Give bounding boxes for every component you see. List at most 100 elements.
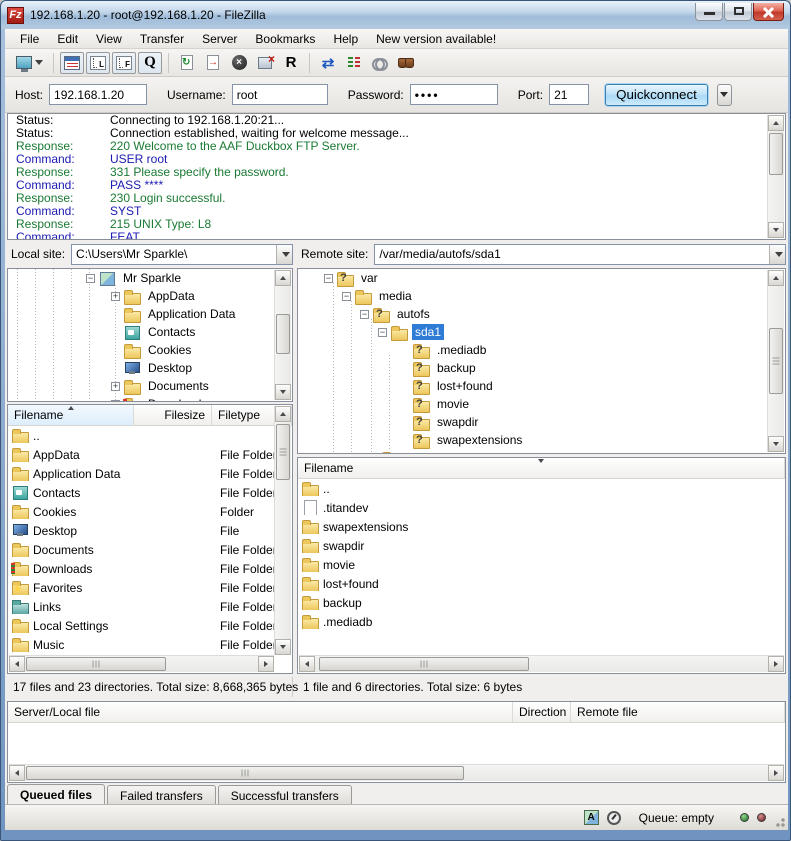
tree-item-lost-found[interactable]: ? lost+found xyxy=(298,377,785,395)
menu-bookmarks[interactable]: Bookmarks xyxy=(246,30,324,48)
process-queue-button[interactable]: → xyxy=(201,52,225,74)
tab-successful-transfers[interactable]: Successful transfers xyxy=(218,785,352,805)
disconnect-button[interactable]: × xyxy=(253,52,277,74)
file-row[interactable]: lost+found xyxy=(298,574,785,593)
column-header-server-local-file[interactable]: Server/Local file xyxy=(8,702,513,722)
local-directory-tree[interactable]: − Mr Sparkle + AppData Application Data … xyxy=(7,268,293,402)
file-row[interactable]: swapextensions xyxy=(298,517,785,536)
queue-horizontal-scrollbar[interactable] xyxy=(9,764,784,781)
tree-item-swapextensions[interactable]: ? swapextensions xyxy=(298,431,785,449)
file-row[interactable]: Documents File Folder xyxy=(8,540,292,559)
toggle-local-tree-button[interactable]: L xyxy=(86,52,110,74)
combo-dropdown-button[interactable] xyxy=(276,245,292,264)
port-input[interactable] xyxy=(549,84,589,105)
file-row[interactable]: .titandev xyxy=(298,498,785,517)
cancel-operation-button[interactable]: × xyxy=(227,52,251,74)
scroll-up-button[interactable] xyxy=(768,115,784,131)
menu-file[interactable]: File xyxy=(11,30,48,48)
remote-site-combo[interactable]: /var/media/autofs/sda1 xyxy=(374,244,786,265)
tree-item-cookies[interactable]: Cookies xyxy=(8,341,292,359)
column-header-direction[interactable]: Direction xyxy=(513,702,571,722)
scroll-down-button[interactable] xyxy=(275,384,291,400)
minimize-button[interactable] xyxy=(695,3,723,21)
tree-item-application-data[interactable]: Application Data xyxy=(8,305,292,323)
host-input[interactable] xyxy=(49,84,147,105)
tree-item-autofs[interactable]: − ? autofs xyxy=(298,305,785,323)
tree-item-sda1[interactable]: − sda1 xyxy=(298,323,785,341)
quickconnect-button[interactable]: Quickconnect xyxy=(605,84,708,106)
file-row[interactable]: .. xyxy=(8,426,292,445)
synchronized-browsing-button[interactable] xyxy=(342,52,366,74)
collapse-toggle-icon[interactable]: − xyxy=(86,274,95,283)
scroll-down-button[interactable] xyxy=(275,639,291,655)
tree-item-dvd[interactable]: ? dvd xyxy=(298,449,785,454)
tree-item-documents[interactable]: + Documents xyxy=(8,377,292,395)
quickconnect-dropdown-button[interactable] xyxy=(717,84,732,106)
scroll-up-button[interactable] xyxy=(275,270,291,286)
menu-server[interactable]: Server xyxy=(193,30,246,48)
scrollbar-thumb[interactable] xyxy=(276,314,290,354)
scroll-right-button[interactable] xyxy=(768,765,784,781)
scroll-left-button[interactable] xyxy=(9,656,25,672)
transfer-type-icon[interactable]: A xyxy=(584,810,599,825)
file-row[interactable]: .. xyxy=(298,479,785,498)
remote-directory-tree[interactable]: − ? var − media − ? autofs − sda1 ? xyxy=(297,268,786,454)
menu-view[interactable]: View xyxy=(87,30,131,48)
local-site-combo[interactable]: C:\Users\Mr Sparkle\ xyxy=(71,244,293,265)
tree-item-movie[interactable]: ? movie xyxy=(298,395,785,413)
tree-item-contacts[interactable]: Contacts xyxy=(8,323,292,341)
file-row[interactable]: Local Settings File Folder xyxy=(8,616,292,635)
tree-item-desktop[interactable]: Desktop xyxy=(8,359,292,377)
tab-failed-transfers[interactable]: Failed transfers xyxy=(107,785,216,805)
close-button[interactable] xyxy=(753,3,784,21)
scroll-up-button[interactable] xyxy=(768,270,784,286)
column-header-filename[interactable]: Filename xyxy=(298,458,785,478)
remote-file-list[interactable]: Filename .. .titandev swapextensions swa… xyxy=(297,457,786,674)
menu-edit[interactable]: Edit xyxy=(48,30,87,48)
expand-toggle-icon[interactable]: + xyxy=(111,292,120,301)
find-files-button[interactable] xyxy=(394,52,418,74)
resize-grip[interactable] xyxy=(773,815,785,827)
toggle-message-log-button[interactable] xyxy=(60,52,84,74)
column-header-filename[interactable]: Filename xyxy=(8,405,134,425)
expand-toggle-icon[interactable]: + xyxy=(111,400,120,403)
collapse-toggle-icon[interactable]: − xyxy=(342,292,351,301)
scrollbar-thumb[interactable] xyxy=(319,657,529,671)
tree-item-backup[interactable]: ? backup xyxy=(298,359,785,377)
expand-toggle-icon[interactable]: + xyxy=(111,382,120,391)
file-row[interactable]: Application Data File Folder xyxy=(8,464,292,483)
username-input[interactable] xyxy=(232,84,328,105)
tree-item-downloads[interactable]: + Downloads xyxy=(8,395,292,402)
scroll-left-button[interactable] xyxy=(9,765,25,781)
maximize-button[interactable] xyxy=(724,3,752,21)
tree-item-var[interactable]: − ? var xyxy=(298,269,785,287)
scrollbar-thumb[interactable] xyxy=(26,766,464,780)
scroll-right-button[interactable] xyxy=(768,656,784,672)
file-row[interactable]: movie xyxy=(298,555,785,574)
link-button[interactable] xyxy=(368,52,392,74)
tree-item-mediadb[interactable]: ? .mediadb xyxy=(298,341,785,359)
scrollbar-thumb[interactable] xyxy=(769,133,783,175)
scroll-down-button[interactable] xyxy=(768,222,784,238)
scroll-left-button[interactable] xyxy=(299,656,315,672)
file-row[interactable]: .mediadb xyxy=(298,612,785,631)
file-row[interactable]: backup xyxy=(298,593,785,612)
transfer-queue[interactable]: Server/Local file Direction Remote file xyxy=(7,701,786,783)
collapse-toggle-icon[interactable]: − xyxy=(360,310,369,319)
file-row[interactable]: Desktop File xyxy=(8,521,292,540)
scroll-down-button[interactable] xyxy=(768,436,784,452)
toggle-remote-tree-button[interactable]: F xyxy=(112,52,136,74)
local-list-horizontal-scrollbar[interactable] xyxy=(9,655,274,672)
remote-list-horizontal-scrollbar[interactable] xyxy=(299,655,784,672)
speed-limits-icon[interactable] xyxy=(607,811,621,825)
local-file-list[interactable]: Filename Filesize Filetype .. AppData Fi… xyxy=(7,404,293,674)
file-row[interactable]: Links File Folder xyxy=(8,597,292,616)
toggle-queue-button[interactable]: Q xyxy=(138,52,162,74)
column-header-filesize[interactable]: Filesize xyxy=(134,405,212,425)
file-row[interactable]: swapdir xyxy=(298,536,785,555)
file-row[interactable]: Contacts File Folder xyxy=(8,483,292,502)
file-row[interactable]: Cookies Folder xyxy=(8,502,292,521)
scroll-up-button[interactable] xyxy=(275,406,291,422)
scrollbar-thumb[interactable] xyxy=(276,424,290,480)
column-header-remote-file[interactable]: Remote file xyxy=(571,702,785,722)
